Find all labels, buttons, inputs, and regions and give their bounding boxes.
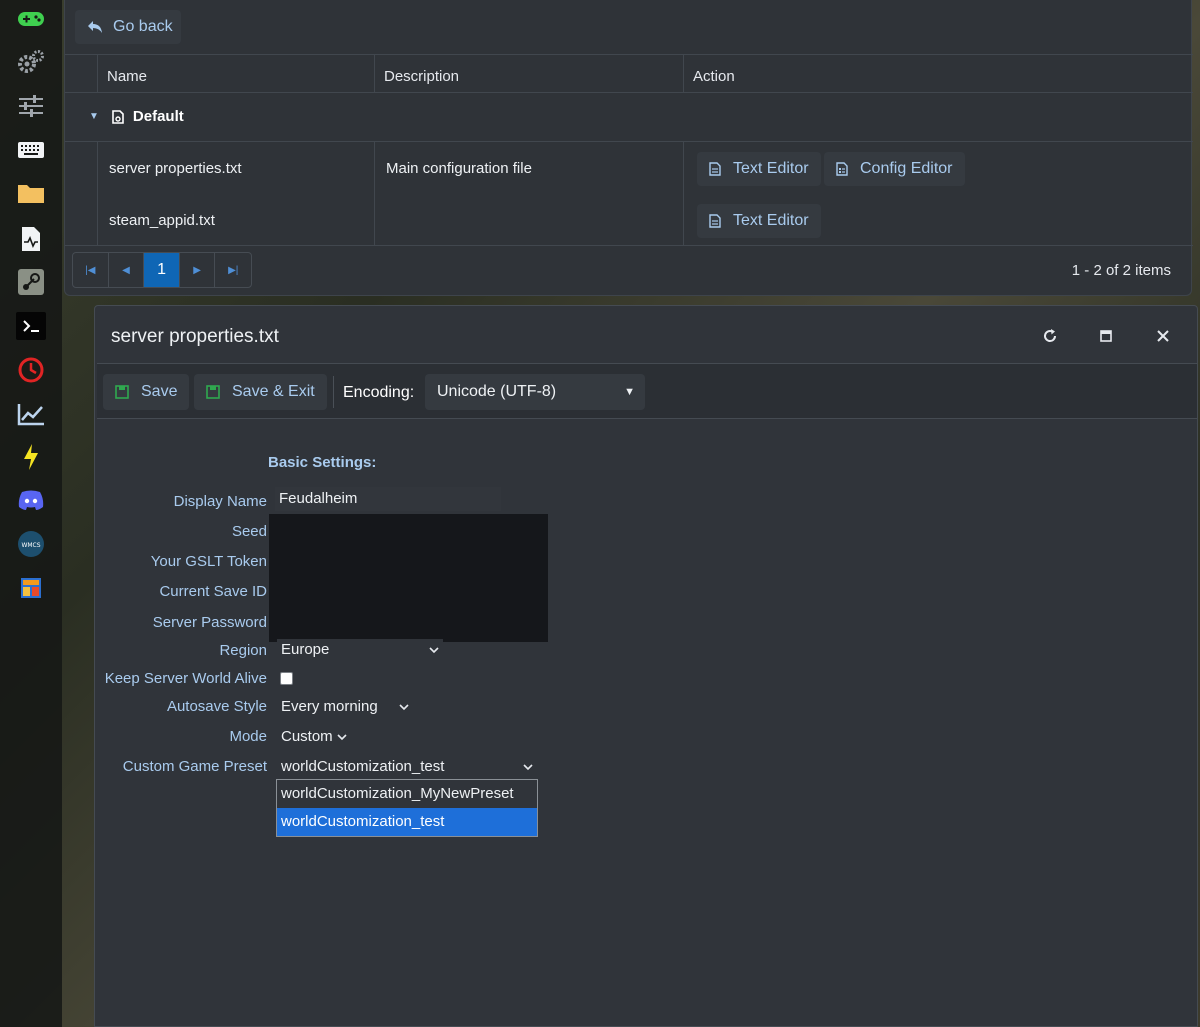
chevron-down-icon [337, 734, 347, 741]
text-editor-button[interactable]: Text Editor [697, 152, 821, 186]
sliders-icon[interactable] [16, 91, 46, 121]
editor-title: server properties.txt [111, 326, 279, 347]
file-name-cell: server properties.txt [109, 160, 242, 177]
server-password-label: Server Password [152, 614, 267, 631]
editor-toolbar: Save Save & Exit Encoding: Unicode (UTF-… [97, 363, 1197, 419]
wmcs-icon[interactable]: WMCS [16, 529, 46, 559]
gears-icon[interactable] [16, 47, 46, 77]
section-title: Basic Settings: [268, 454, 377, 471]
encoding-select[interactable]: Unicode (UTF-8) ▼ [425, 374, 645, 410]
current-save-id-label: Current Save ID [159, 583, 267, 600]
file-config-icon [836, 162, 848, 176]
items-count: 1 - 2 of 2 items [1071, 262, 1171, 279]
text-editor-button[interactable]: Text Editor [697, 204, 821, 238]
pager: |◀ ◀ 1 ▶ ▶| [72, 252, 252, 288]
encoding-label: Encoding: [343, 384, 415, 401]
file-browser-panel: Go back Name Description Action ▼ Defaul… [64, 0, 1193, 296]
terminal-icon[interactable] [16, 311, 46, 341]
save-exit-button[interactable]: Save & Exit [194, 374, 327, 410]
display-name-input[interactable]: Feudalheim [275, 487, 501, 511]
display-name-label: Display Name [173, 493, 267, 510]
next-page-button[interactable]: ▶ [180, 253, 216, 287]
redacted-fields-area[interactable] [269, 514, 548, 642]
seed-label: Seed [231, 523, 267, 540]
column-header-description[interactable]: Description [374, 55, 459, 92]
chevron-down-icon [399, 704, 409, 711]
collapse-triangle-icon[interactable]: ▼ [89, 111, 99, 122]
autosave-style-label: Autosave Style [166, 698, 267, 715]
gslt-token-label: Your GSLT Token [150, 553, 267, 570]
save-icon [206, 385, 220, 399]
file-pulse-icon[interactable] [16, 224, 46, 254]
keyboard-icon[interactable] [16, 135, 46, 165]
dropdown-option[interactable]: worldCustomization_MyNewPreset [277, 780, 537, 808]
text-editor-label: Text Editor [733, 212, 809, 229]
last-page-button[interactable]: ▶| [215, 253, 251, 287]
grid-header: Name Description Action [65, 54, 1193, 93]
autosave-style-select[interactable]: Every morning [277, 696, 413, 718]
file-text-icon [709, 214, 721, 228]
go-back-button[interactable]: Go back [75, 10, 181, 44]
save-icon [115, 385, 129, 399]
group-row-default[interactable]: ▼ Default [65, 93, 1193, 142]
custom-game-preset-select[interactable]: worldCustomization_test [277, 756, 537, 778]
file-text-icon [709, 162, 721, 176]
maximize-icon[interactable] [1094, 324, 1118, 348]
file-description-cell: Main configuration file [386, 160, 532, 177]
config-editor-button[interactable]: Config Editor [824, 152, 965, 186]
refresh-icon[interactable] [1038, 324, 1062, 348]
go-back-label: Go back [113, 18, 173, 35]
mode-label: Mode [229, 728, 267, 745]
mode-select[interactable]: Custom [277, 726, 351, 748]
keep-alive-checkbox[interactable] [280, 672, 293, 685]
region-label: Region [219, 642, 267, 659]
text-editor-label: Text Editor [733, 160, 809, 177]
chart-icon[interactable] [16, 399, 46, 429]
keep-alive-label: Keep Server World Alive [104, 670, 267, 687]
first-page-button[interactable]: |◀ [73, 253, 109, 287]
folder-icon[interactable] [16, 178, 46, 208]
config-editor-label: Config Editor [860, 160, 953, 177]
prev-page-button[interactable]: ◀ [109, 253, 145, 287]
clock-icon[interactable] [16, 355, 46, 385]
lightning-icon[interactable] [16, 442, 46, 472]
autosave-style-value: Every morning [281, 698, 378, 715]
column-header-name[interactable]: Name [97, 55, 147, 92]
back-arrow-icon [88, 21, 102, 33]
config-file-icon [112, 109, 124, 124]
save-label: Save [141, 383, 178, 400]
region-select[interactable]: Europe [277, 639, 443, 661]
column-header-action[interactable]: Action [683, 55, 735, 92]
custom-game-preset-value: worldCustomization_test [281, 758, 445, 775]
chevron-down-icon [523, 764, 533, 771]
gamepad-icon[interactable] [16, 4, 46, 34]
close-icon[interactable] [1151, 324, 1175, 348]
table-row[interactable]: server properties.txt Main configuration… [65, 143, 1193, 195]
custom-game-preset-dropdown: worldCustomization_MyNewPreset worldCust… [276, 779, 538, 837]
region-value: Europe [281, 641, 330, 658]
layout-icon[interactable] [16, 573, 46, 603]
save-button[interactable]: Save [103, 374, 190, 410]
group-label: Default [132, 108, 184, 125]
dropdown-option-selected[interactable]: worldCustomization_test [277, 808, 537, 836]
table-row[interactable]: steam_appid.txt Text Editor [65, 195, 1193, 247]
mode-value: Custom [281, 728, 333, 745]
file-name-cell: steam_appid.txt [109, 212, 215, 229]
save-exit-label: Save & Exit [232, 383, 315, 400]
discord-icon[interactable] [16, 485, 46, 515]
wmcs-logo-text: WMCS [21, 542, 40, 549]
steam-icon[interactable] [16, 267, 46, 297]
custom-game-preset-label: Custom Game Preset [122, 758, 267, 775]
encoding-value: Unicode (UTF-8) [437, 383, 557, 400]
caret-down-icon: ▼ [624, 386, 635, 398]
chevron-down-icon [429, 647, 439, 654]
page-number-button[interactable]: 1 [144, 253, 180, 287]
left-sidebar: WMCS [0, 0, 62, 1027]
config-editor-window: server properties.txt Save Save & Exit E… [94, 305, 1198, 1027]
